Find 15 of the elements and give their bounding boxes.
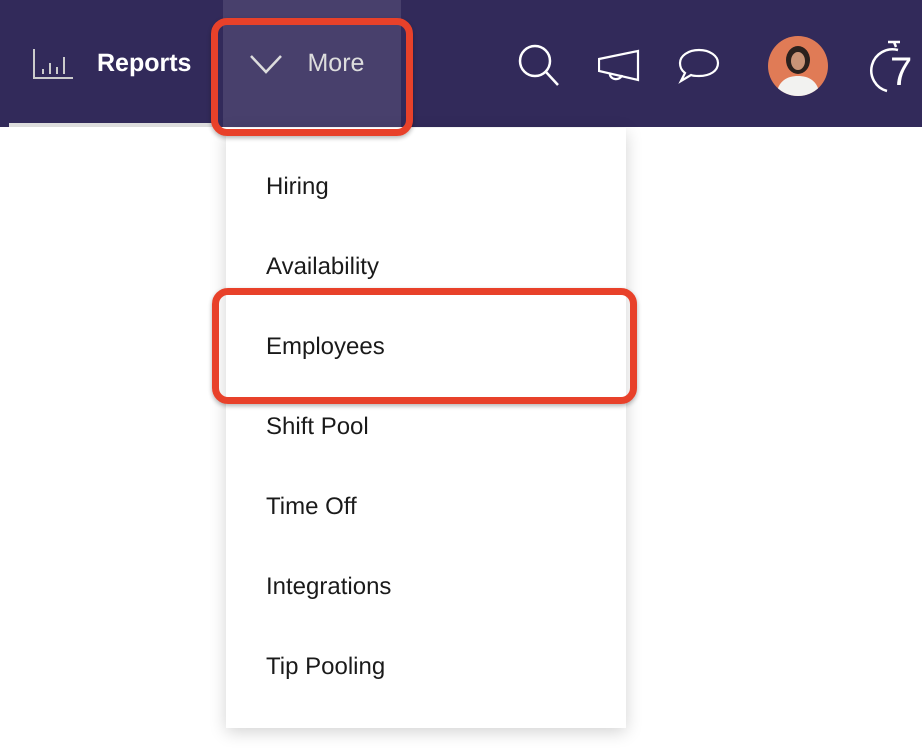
search-icon[interactable] — [518, 44, 560, 88]
nav-tab[interactable]: Reports — [9, 0, 216, 127]
bar-chart-icon — [33, 48, 73, 78]
menu-item[interactable]: Integrations — [226, 547, 626, 627]
chat-bubble-icon[interactable] — [678, 48, 720, 84]
nav-tab[interactable]: More — [223, 0, 402, 127]
menu-item[interactable]: Tip Pooling — [226, 627, 626, 707]
chevron-down-icon — [249, 54, 284, 74]
stopwatch-logo[interactable]: 7 — [866, 38, 916, 94]
menu-item[interactable]: Availability — [226, 227, 626, 307]
megaphone-icon[interactable] — [598, 48, 640, 82]
menu-item[interactable]: Shift Pool — [226, 387, 626, 467]
menu-item[interactable]: Hiring — [226, 147, 626, 227]
menu-item[interactable]: Employees — [226, 307, 626, 387]
menu-item[interactable]: Time Off — [226, 467, 626, 547]
